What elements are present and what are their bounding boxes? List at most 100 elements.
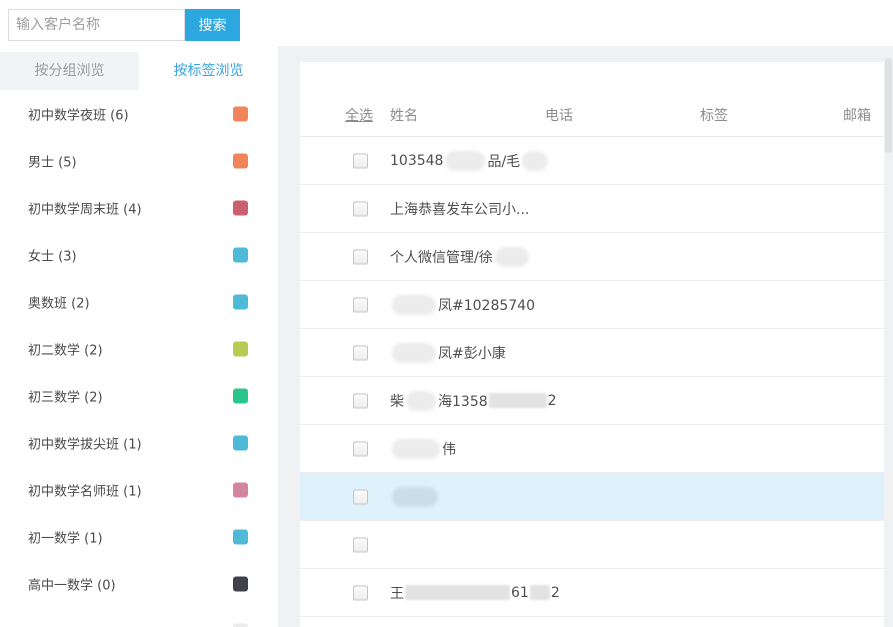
- row-checkbox[interactable]: [353, 249, 368, 264]
- scrollbar-track[interactable]: [884, 52, 893, 627]
- column-header-tag: 标签: [700, 105, 728, 125]
- name-text-segment: 凤#彭小康: [438, 343, 506, 363]
- tag-label: 初一数学 (1): [28, 527, 103, 546]
- tag-color-swatch: [233, 247, 248, 262]
- customer-name: 凤#10285740: [390, 295, 535, 315]
- tag-color-swatch: [233, 623, 248, 627]
- row-checkbox[interactable]: [353, 345, 368, 360]
- sidebar-tabs: 按分组浏览 按标签浏览: [0, 52, 278, 90]
- tag-color-swatch: [233, 294, 248, 309]
- tag-label: 男士 (5): [28, 151, 77, 170]
- redacted-segment: [489, 393, 547, 408]
- tag-color-swatch: [233, 341, 248, 356]
- tag-item[interactable]: 女士 (3): [0, 231, 278, 278]
- column-header-name: 姓名: [390, 105, 418, 125]
- tag-item[interactable]: 初三数学 (2): [0, 372, 278, 419]
- row-checkbox[interactable]: [353, 153, 368, 168]
- row-checkbox[interactable]: [353, 489, 368, 504]
- tag-color-swatch: [233, 200, 248, 215]
- table-row[interactable]: 凤#10285740: [300, 281, 893, 329]
- tag-label: 初中数学拔尖班 (1): [28, 433, 142, 452]
- tag-color-swatch: [233, 435, 248, 450]
- table-row[interactable]: 凤#彭小康: [300, 329, 893, 377]
- customer-name: 伟: [390, 439, 456, 459]
- customer-name: 个人微信管理/徐: [390, 247, 531, 267]
- tag-item[interactable]: [0, 607, 278, 627]
- tag-item[interactable]: 奥数班 (2): [0, 278, 278, 325]
- customer-name: 柴 海1358 2: [390, 391, 557, 411]
- tag-color-swatch: [233, 576, 248, 591]
- customer-name: 103548 品/毛: [390, 151, 550, 171]
- tab-browse-by-tag[interactable]: 按标签浏览: [139, 52, 278, 90]
- name-text-segment: 伟: [442, 439, 456, 459]
- tag-item[interactable]: 初中数学名师班 (1): [0, 466, 278, 513]
- redacted-segment: [392, 439, 440, 459]
- row-checkbox[interactable]: [353, 201, 368, 216]
- tag-label: 高中一数学 (0): [28, 574, 116, 593]
- table-row[interactable]: 103548 品/毛: [300, 137, 893, 185]
- column-header-phone: 电话: [545, 105, 573, 125]
- row-checkbox[interactable]: [353, 585, 368, 600]
- customer-name: [390, 487, 440, 507]
- name-text-segment: 个人微信管理/徐: [390, 247, 493, 267]
- crm-customer-page: 搜索 按分组浏览 按标签浏览 初中数学夜班 (6) 男士 (5) 初中数学周末班…: [0, 0, 893, 627]
- name-text-segment: 品/毛: [487, 151, 520, 171]
- table-row[interactable]: [300, 521, 893, 569]
- redacted-segment: [392, 487, 438, 507]
- redacted-segment: [406, 391, 436, 411]
- column-header-email: 邮箱: [843, 105, 871, 125]
- table-row[interactable]: [300, 473, 893, 521]
- row-checkbox[interactable]: [353, 441, 368, 456]
- sidebar: 按分组浏览 按标签浏览 初中数学夜班 (6) 男士 (5) 初中数学周末班 (4…: [0, 52, 278, 627]
- tag-item[interactable]: 初中数学夜班 (6): [0, 90, 278, 137]
- tag-list: 初中数学夜班 (6) 男士 (5) 初中数学周末班 (4) 女士 (3) 奥数班…: [0, 90, 278, 627]
- tag-color-swatch: [233, 106, 248, 121]
- name-text-segment: 凤#10285740: [438, 295, 535, 315]
- tag-label: 初中数学夜班 (6): [28, 104, 129, 123]
- row-checkbox[interactable]: [353, 393, 368, 408]
- table-header: 全选 姓名 电话 标签 邮箱: [300, 62, 893, 137]
- redacted-segment: [495, 247, 529, 267]
- tag-label: 奥数班 (2): [28, 292, 90, 311]
- tag-color-swatch: [233, 388, 248, 403]
- name-text-segment: 海1358: [438, 391, 488, 411]
- tab-browse-by-group[interactable]: 按分组浏览: [0, 52, 139, 90]
- table-row[interactable]: 伟: [300, 425, 893, 473]
- customer-name: 王612: [390, 583, 560, 603]
- redacted-segment: [522, 151, 548, 171]
- tag-item[interactable]: 初中数学周末班 (4): [0, 184, 278, 231]
- row-checkbox[interactable]: [353, 537, 368, 552]
- tag-label: 初中数学周末班 (4): [28, 198, 142, 217]
- customer-name: 凤#彭小康: [390, 343, 506, 363]
- table-row[interactable]: 柴 海1358 2: [300, 377, 893, 425]
- name-text-segment: 2: [548, 393, 557, 409]
- tag-item[interactable]: 初二数学 (2): [0, 325, 278, 372]
- redacted-segment: [530, 585, 550, 600]
- scrollbar-thumb[interactable]: [885, 58, 892, 153]
- tag-item[interactable]: 初中数学拔尖班 (1): [0, 419, 278, 466]
- tag-label: 初二数学 (2): [28, 339, 103, 358]
- tag-label: 女士 (3): [28, 245, 77, 264]
- search-button[interactable]: 搜索: [185, 9, 240, 41]
- customer-name: 上海恭喜发车公司小...: [390, 199, 529, 219]
- table-row[interactable]: 王612: [300, 569, 893, 617]
- select-all-link[interactable]: 全选: [345, 105, 373, 125]
- tag-color-swatch: [233, 529, 248, 544]
- tag-item[interactable]: 男士 (5): [0, 137, 278, 184]
- tag-label: 初三数学 (2): [28, 386, 103, 405]
- tag-color-swatch: [233, 153, 248, 168]
- redacted-segment: [392, 343, 436, 363]
- redacted-segment: [405, 585, 510, 600]
- redacted-segment: [445, 151, 485, 171]
- tag-item[interactable]: 初一数学 (1): [0, 513, 278, 560]
- tag-item[interactable]: 高中一数学 (0): [0, 560, 278, 607]
- name-text-segment: 柴: [390, 391, 404, 411]
- name-text-segment: 61: [511, 585, 529, 601]
- table-row[interactable]: 上海恭喜发车公司小...: [300, 185, 893, 233]
- name-text-segment: 上海恭喜发车公司小...: [390, 199, 529, 219]
- table-row[interactable]: 个人微信管理/徐: [300, 233, 893, 281]
- row-checkbox[interactable]: [353, 297, 368, 312]
- search-input[interactable]: [8, 9, 185, 41]
- customer-table-card: 全选 姓名 电话 标签 邮箱 103548 品/毛 上海恭喜发车公司小... 个人…: [300, 62, 893, 627]
- name-text-segment: 103548: [390, 153, 443, 169]
